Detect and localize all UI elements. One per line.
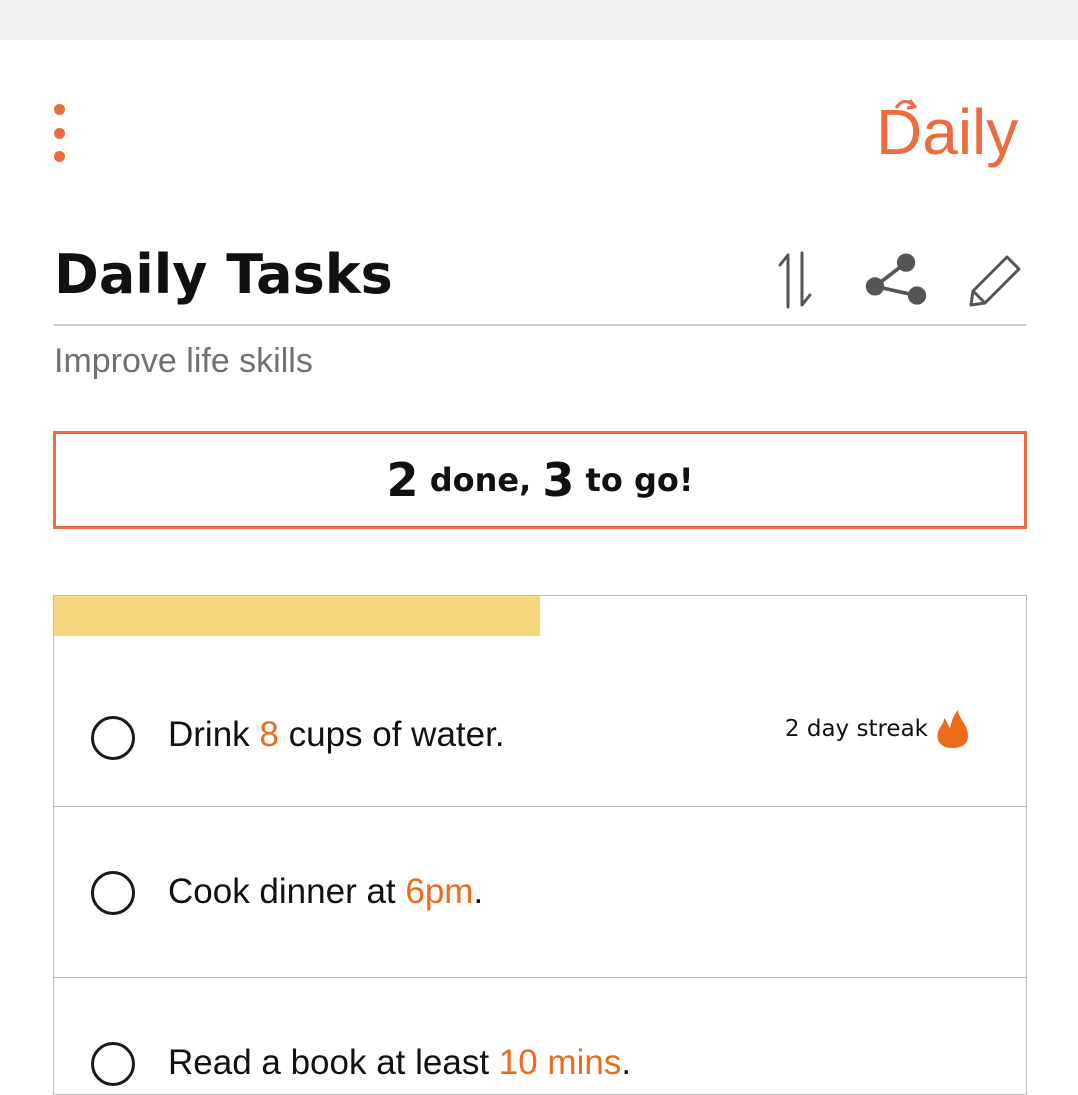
task-text: Cook dinner at 6pm. (168, 869, 483, 915)
streak-badge: 2 day streak (785, 708, 970, 750)
task-text-pre: Read a book at least (168, 1043, 499, 1082)
sort-button[interactable] (764, 248, 828, 312)
progress-summary: 2 done, 3 to go! (53, 431, 1027, 529)
page-title: Daily Tasks (54, 243, 393, 306)
more-menu-button[interactable] (44, 98, 74, 168)
task-highlight: 10 mins (498, 1043, 622, 1082)
done-count: 2 (386, 453, 419, 507)
share-icon (865, 253, 927, 305)
task-row[interactable]: Drink 8 cups of water. 2 day streak (54, 636, 1026, 807)
flame-icon (937, 710, 968, 748)
list-subtitle: Improve life skills (54, 342, 313, 380)
task-text-pre: Drink (168, 715, 260, 754)
more-vertical-icon-dot (53, 127, 65, 139)
task-checkbox[interactable] (91, 1042, 135, 1086)
streak-label: 2 day streak (784, 716, 928, 742)
task-row[interactable]: Cook dinner at 6pm. (54, 807, 1026, 978)
edit-icon (969, 255, 1021, 307)
title-divider (54, 324, 1026, 326)
sort-icon (778, 251, 812, 309)
task-text-pre: Cook dinner at (168, 872, 406, 911)
task-highlight: 6pm (405, 872, 474, 911)
more-vertical-icon (53, 104, 65, 115)
brand-logo: Daily (874, 84, 1034, 180)
progress-bar-fill (54, 596, 540, 636)
task-checkbox[interactable] (91, 871, 135, 915)
task-text: Read a book at least 10 mins. (168, 1040, 631, 1086)
more-vertical-icon-dot (53, 151, 65, 162)
task-highlight: 8 (259, 715, 279, 754)
progress-bar (54, 596, 1026, 636)
task-text-post: cups of water. (278, 715, 505, 754)
task-list: Drink 8 cups of water. 2 day streak Cook… (53, 595, 1027, 1095)
task-text-post: . (621, 1043, 632, 1082)
task-text: Drink 8 cups of water. (168, 712, 505, 758)
task-row[interactable]: Read a book at least 10 mins. (54, 978, 1026, 1094)
task-text-post: . (473, 872, 484, 911)
task-checkbox[interactable] (91, 716, 135, 760)
done-label: done, (418, 461, 543, 499)
togo-count: 3 (542, 453, 575, 507)
share-button[interactable] (864, 248, 928, 312)
togo-label: to go! (574, 461, 694, 499)
list-toolbar (764, 248, 1028, 312)
status-bar (0, 0, 1078, 40)
edit-button[interactable] (964, 248, 1028, 312)
